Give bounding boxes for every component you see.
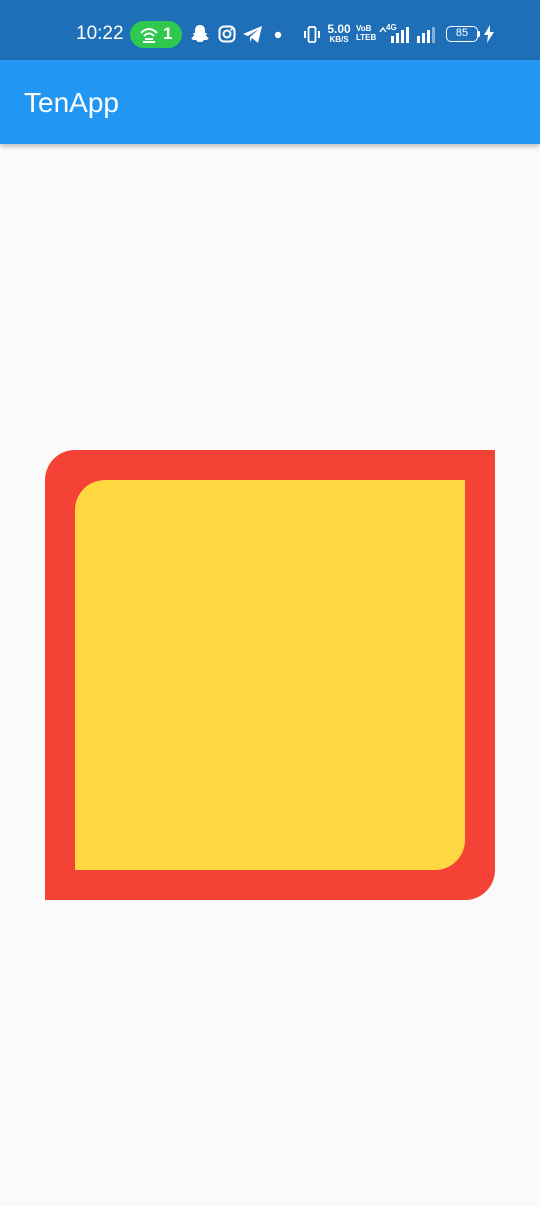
red-container [45, 450, 495, 900]
network-speed-value: 5.00 [327, 22, 351, 36]
app-title: TenApp [24, 87, 119, 118]
network-speed: 5.00 KB/S [326, 23, 352, 44]
status-time: 10:22 [76, 23, 124, 44]
notification-dot-icon [274, 31, 282, 39]
signal-icon [417, 27, 435, 43]
status-bar: 10:22 1 5.00 KB/S VoB LTEB 4G 85 [0, 0, 540, 60]
yellow-inner-container [75, 480, 465, 870]
volte-top: VoB [356, 24, 372, 33]
charging-icon [484, 25, 494, 43]
hotspot-icon [140, 28, 158, 43]
battery-nub [478, 31, 480, 37]
instagram-icon [218, 25, 236, 43]
volte-indicator: VoB LTEB [356, 24, 376, 42]
network-speed-unit: KB/S [329, 35, 349, 44]
app-bar: TenApp [0, 60, 540, 144]
main-content [0, 144, 540, 1206]
hotspot-count: 1 [163, 24, 173, 43]
vibrate-icon [304, 26, 320, 43]
volte-bottom: LTEB [356, 33, 377, 42]
battery-indicator: 85 [446, 26, 478, 42]
signal-icon [379, 26, 409, 43]
snapchat-icon [191, 25, 209, 42]
hotspot-indicator[interactable]: 1 [130, 21, 182, 48]
telegram-icon [243, 26, 262, 43]
battery-level: 85 [455, 27, 469, 39]
